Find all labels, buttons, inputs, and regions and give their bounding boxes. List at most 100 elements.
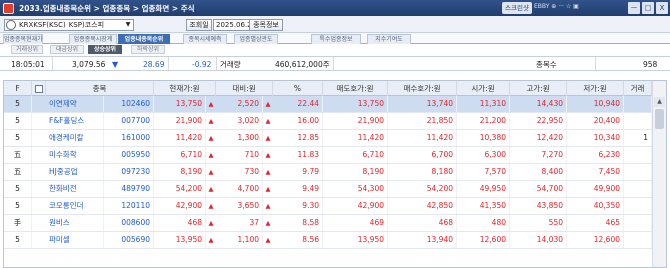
cell-pct: 12.85 [273,130,323,146]
cell-price: 11,420 [154,130,206,146]
cell-open: 41,350 [457,198,510,214]
table-row[interactable]: 五 HJ중공업 097230 8,190 730 9.79 8,190 8,180 7,570 8… [4,164,652,181]
maximize-button[interactable]: □ [642,2,654,14]
scroll-up-icon[interactable]: ▲ [654,97,665,107]
cell-ask: 8,190 [323,164,388,180]
table-row[interactable]: 5 이연제약 102460 13,750 2,520 22.44 13,750 13,740 1… [4,96,652,113]
cell-pct: 8.56 [273,232,323,248]
cell-code: 120110 [104,198,154,214]
cell-code: 007700 [104,113,154,129]
table-header: F 종목 현재가:원 대비:원 % 매도호가:원 매수호가:원 시가:원 고가:… [4,81,652,96]
scroll-thumb[interactable] [655,109,664,129]
cell-open: 12,600 [457,232,510,248]
table-row[interactable]: 5 코오롱인더 120110 42,900 3,650 9.30 42,900 42,850 4… [4,198,652,215]
minimize-button[interactable]: ㅡ [628,2,640,14]
cell-code: 489790 [104,181,154,197]
cell-f: 五 [4,147,32,163]
col-diff[interactable]: 대비:원 [216,81,273,96]
cell-name: 한화비전 [46,181,104,197]
col-open[interactable]: 시가:원 [457,81,510,96]
cell-f: 手 [4,215,32,231]
market-text: KSP)코스피 [68,21,105,29]
cell-bid: 42,850 [388,198,457,214]
rank-table[interactable]: F 종목 현재가:원 대비:원 % 매도호가:원 매수호가:원 시가:원 고가:… [3,80,667,268]
cell-code: 161000 [104,130,154,146]
cell-vol [624,181,652,197]
subtab-amount[interactable]: 대금상위 [50,45,84,54]
cell-price: 21,900 [154,113,206,129]
tab-contribution[interactable]: 지수기여도 [367,34,411,44]
close-button[interactable]: X [656,2,668,14]
cell-bid: 6,700 [388,147,457,163]
main-tabs: 업종종목현재가 업종종목시장계 업종내종목순위 종목시세예측 업종별상관도 특수… [0,33,670,44]
col-ask[interactable]: 매도호가:원 [323,81,388,96]
table-row[interactable]: 5 파미셀 005690 13,950 1,100 8.56 13,950 13,940 12,… [4,232,652,249]
subtab-rise[interactable]: 상승상위 [88,45,122,54]
subtab-fall[interactable]: 하락상위 [131,45,165,54]
code-select[interactable]: KRXKSF(KSC) KSP)코스피 ▼ [4,19,134,31]
table-row[interactable]: 五 미수화학 005950 6,710 710 11.83 6,710 6,700 6,300 7… [4,147,652,164]
cell-ask: 13,950 [323,232,388,248]
toolbar: KRXKSF(KSC) KSP)코스피 ▼ 조회일 2025.06.20 종목정… [0,16,670,33]
info-volume: 460,612,000주 [275,60,330,69]
info-index: 3,079.56 [72,60,106,69]
col-bid[interactable]: 매수호가:원 [388,81,457,96]
col-pct[interactable]: % [273,81,323,96]
cell-bid: 54,200 [388,181,457,197]
cell-f: 5 [4,232,32,248]
subtab-volume[interactable]: 거래상위 [11,45,43,54]
up-arrow-icon: ▲ [208,168,214,176]
table-row[interactable]: 5 애경케미칼 161000 11,420 1,300 12.85 11,420 11,420… [4,130,652,147]
col-f[interactable]: F [4,81,32,96]
tab-industry-market[interactable]: 업종종목시장계 [69,34,117,44]
tab-industry-price[interactable]: 업종종목현재가 [3,34,43,44]
cell-low: 12,600 [567,232,624,248]
cell-low: 7,450 [567,164,624,180]
tab-industry-rank[interactable]: 업종내종목순위 [118,34,170,44]
count-label: 종목수 [536,60,557,69]
col-high[interactable]: 고가:원 [510,81,567,96]
table-row[interactable]: 手 원비스 008600 468 37 8.58 469 468 480 550 465 ▲ ▲ [4,215,652,232]
cell-ask: 42,900 [323,198,388,214]
cell-diff: 37 [216,215,263,231]
table-row[interactable]: 5 F&F홀딩스 007700 21,900 3,020 16.00 21,900 21,85… [4,113,652,130]
cell-name: HJ중공업 [46,164,104,180]
up-arrow-icon: ▲ [265,117,271,125]
search-icon[interactable] [6,20,16,30]
up-arrow-icon: ▲ [208,151,214,159]
col-stock[interactable]: 종목 [46,81,154,96]
up-arrow-icon: ▲ [265,202,271,210]
up-arrow-icon: ▲ [265,168,271,176]
cell-price: 8,190 [154,164,206,180]
down-arrow-icon: ▼ [112,60,119,69]
cell-low: 10,340 [567,130,624,146]
cell-high: 22,950 [510,113,567,129]
col-price[interactable]: 현재가:원 [154,81,216,96]
chevron-down-icon[interactable]: ▼ [123,20,133,30]
cell-code: 005690 [104,232,154,248]
cell-open: 10,380 [457,130,510,146]
cell-f: 5 [4,181,32,197]
stock-info-button[interactable]: 종목정보 [249,19,283,31]
cell-open: 480 [457,215,510,231]
vertical-scrollbar[interactable]: ▲ [652,81,666,267]
cell-low: 49,900 [567,181,624,197]
title-tools[interactable]: EBBY ⊕ ··· ☆ ▣ [534,3,579,10]
cell-f: 5 [4,113,32,129]
up-arrow-icon: ▲ [265,219,271,227]
cell-open: 7,570 [457,164,510,180]
table-row[interactable]: 5 한화비전 489790 54,200 4,700 9.49 54,300 54,200 49… [4,181,652,198]
cell-high: 550 [510,215,567,231]
col-low[interactable]: 저가:원 [567,81,624,96]
tab-forecast[interactable]: 종목시세예측 [183,34,227,44]
cell-diff: 2,520 [216,96,263,112]
screenshot-button[interactable]: 스크린샷 [502,2,532,14]
cell-vol [624,232,652,248]
cell-name: 미수화학 [46,147,104,163]
cell-ask: 54,300 [323,181,388,197]
col-vol[interactable]: 거래 [624,81,652,96]
tab-correlation[interactable]: 업종별상관도 [234,34,278,44]
select-all-checkbox[interactable] [32,81,46,96]
tab-special[interactable]: 특수업종정보 [311,34,361,44]
query-date-label[interactable]: 조회일 [186,19,212,31]
